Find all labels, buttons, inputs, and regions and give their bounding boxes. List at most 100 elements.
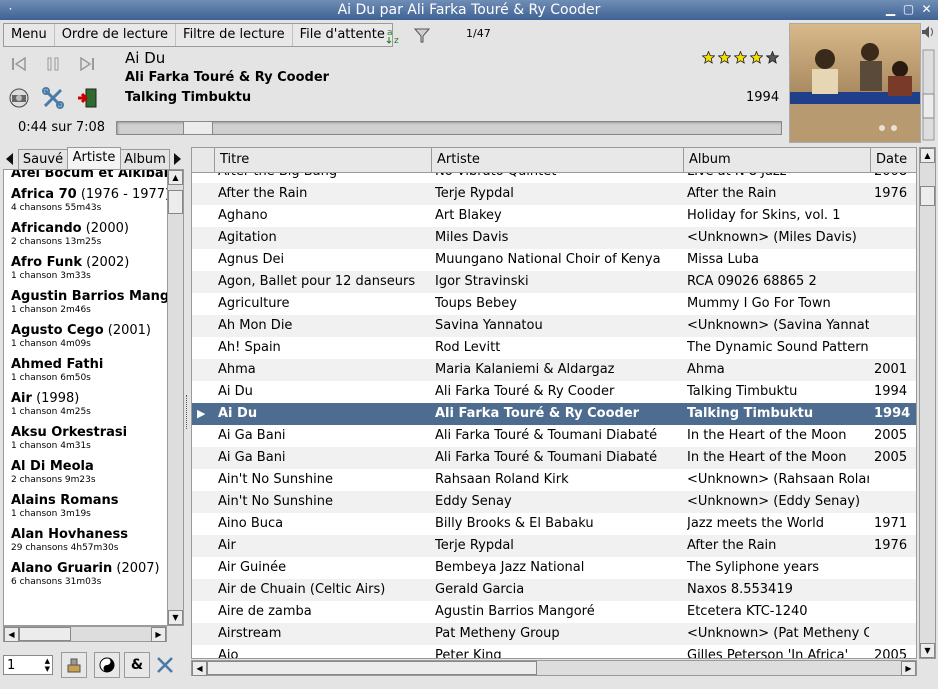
tab-saved[interactable]: Sauvé [18, 149, 68, 170]
window-menu-icon[interactable]: · [4, 3, 17, 16]
scroll-down-icon[interactable]: ▼ [920, 643, 935, 658]
list-item[interactable]: Agusto Cego (2001) 1 chanson 4m09s [4, 323, 168, 351]
table-row[interactable]: Ain't No Sunshine Eddy Senay <Unknown> (Ed… [192, 491, 916, 513]
menu-play-order[interactable]: Ordre de lecture [55, 24, 177, 46]
next-button[interactable] [74, 52, 100, 76]
table-row[interactable]: Agon, Ballet pour 12 danseurs Igor Stravi… [192, 271, 916, 293]
star-icon[interactable] [750, 51, 763, 64]
artist-list-hscrollbar[interactable]: ◀ ▶ [3, 626, 167, 642]
table-row[interactable]: ▶ Ai Du Ali Farka Touré & Ry Cooder Talking… [192, 403, 916, 425]
star-icon[interactable] [734, 51, 747, 64]
list-item[interactable]: Africando (2000) 2 chansons 13m25s [4, 221, 168, 249]
table-body[interactable]: After the Big Bang No Vibrato Quintet Live… [192, 173, 916, 658]
list-item[interactable]: Afel Bocum et Alkibar [4, 170, 168, 181]
table-row[interactable]: Agnus Dei Muungano National Choir of Keny… [192, 249, 916, 271]
list-item[interactable]: Ahmed Fathi 1 chanson 6m50s [4, 357, 168, 385]
scroll-left-icon[interactable]: ◀ [192, 661, 207, 676]
column-header-date[interactable]: Date [870, 148, 916, 172]
tab-scroll-left-icon[interactable] [3, 151, 15, 167]
quantity-stepper[interactable]: 1 ▲ ▼ [3, 655, 53, 675]
rating-stars[interactable] [702, 51, 779, 64]
list-item[interactable]: Alano Gruarin (2007) 6 chansons 31m03s [4, 561, 168, 589]
table-row[interactable]: Agitation Miles Davis <Unknown> (Miles Dav… [192, 227, 916, 249]
panel-splitter[interactable] [186, 395, 190, 429]
table-row[interactable]: Airstream Pat Metheny Group <Unknown> (Pat… [192, 623, 916, 645]
table-row[interactable]: Aino Buca Billy Brooks & El Babaku Jazz me… [192, 513, 916, 535]
playlist-button[interactable] [61, 652, 87, 678]
artist-year: (1998) [36, 391, 80, 406]
and-filter-button[interactable]: & [124, 652, 150, 678]
table-row[interactable]: After the Rain Terje Rypdal After the Rain… [192, 183, 916, 205]
list-item[interactable]: Alains Romans 1 chanson 3m19s [4, 493, 168, 521]
artist-name: Agusto Cego (2001) [11, 323, 168, 338]
hscroll-thumb[interactable] [207, 661, 537, 675]
maximize-icon[interactable]: ▢ [902, 3, 915, 16]
seek-handle[interactable] [183, 122, 213, 134]
tab-artist[interactable]: Artiste [67, 147, 121, 170]
artist-song-count: 1 chanson 4m09s [11, 339, 91, 349]
scroll-down-icon[interactable]: ▼ [168, 610, 183, 625]
table-row[interactable]: Ai Du Ali Farka Touré & Ry Cooder Talking … [192, 381, 916, 403]
menu-main[interactable]: Menu [4, 24, 55, 46]
table-row[interactable]: Air Guinée Bembeya Jazz National The Sylip… [192, 557, 916, 579]
filter-icon[interactable] [413, 26, 431, 44]
star-icon[interactable] [718, 51, 731, 64]
scroll-right-icon[interactable]: ▶ [151, 627, 166, 642]
song-table: Titre Artiste Album Date After the Big B… [191, 147, 917, 659]
column-header-album[interactable]: Album [683, 148, 870, 172]
scroll-right-icon[interactable]: ▶ [901, 661, 916, 676]
table-row[interactable]: Agriculture Toups Bebey Mummy I Go For Tow… [192, 293, 916, 315]
device-icon[interactable] [6, 86, 32, 110]
list-item[interactable]: Africa 70 (1976 - 1977) 4 chansons 55m43s [4, 187, 168, 215]
table-row[interactable]: Air Terje Rypdal After the Rain 1976 [192, 535, 916, 557]
table-hscrollbar[interactable]: ◀ ▶ [191, 660, 917, 676]
list-item[interactable]: Aksu Orkestrasi 1 chanson 4m31s [4, 425, 168, 453]
table-row[interactable]: Ain't No Sunshine Rahsaan Roland Kirk <Unk… [192, 469, 916, 491]
yin-yang-button[interactable] [94, 652, 120, 678]
table-row[interactable]: Ah Mon Die Savina Yannatou <Unknown> (Savi… [192, 315, 916, 337]
tab-scroll-right-icon[interactable] [172, 151, 184, 167]
column-header-indicator[interactable] [192, 148, 214, 172]
column-header-artist[interactable]: Artiste [431, 148, 683, 172]
list-item[interactable]: Air (1998) 1 chanson 4m25s [4, 391, 168, 419]
scroll-up-icon[interactable]: ▲ [168, 170, 183, 185]
table-row[interactable]: Aghano Art Blakey Holiday for Skins, vol. … [192, 205, 916, 227]
table-row[interactable]: Ai Ga Bani Ali Farka Touré & Toumani Diab… [192, 447, 916, 469]
list-item[interactable]: Alan Hovhaness 29 chansons 4h57m30s [4, 527, 168, 555]
table-row[interactable]: Ajo Peter King Gilles Peterson 'In Africa'… [192, 645, 916, 658]
scroll-left-icon[interactable]: ◀ [4, 627, 19, 642]
tools-icon[interactable] [155, 655, 175, 675]
scroll-thumb[interactable] [920, 186, 935, 206]
menu-play-filter[interactable]: Filtre de lecture [176, 24, 293, 46]
list-item[interactable]: Agustin Barrios Mango 1 chanson 2m46s [4, 289, 168, 317]
scroll-thumb[interactable] [168, 190, 183, 214]
table-row[interactable]: Air de Chuain (Celtic Airs) Gerald Garcia… [192, 579, 916, 601]
minimize-icon[interactable]: ▁ [884, 3, 897, 16]
seek-bar[interactable] [116, 121, 782, 135]
table-vscrollbar[interactable]: ▲ ▼ [919, 147, 936, 659]
table-row[interactable]: Ahma Maria Kalaniemi & Aldargaz Ahma 2001 [192, 359, 916, 381]
star-icon[interactable] [702, 51, 715, 64]
list-item[interactable]: Afro Funk (2002) 1 chanson 3m33s [4, 255, 168, 283]
column-header-title[interactable]: Titre [214, 148, 431, 172]
list-item[interactable]: Al Di Meola 2 chansons 9m23s [4, 459, 168, 487]
close-icon[interactable]: ✕ [920, 3, 933, 16]
hscroll-thumb[interactable] [19, 627, 71, 641]
table-row[interactable]: Ah! Spain Rod Levitt The Dynamic Sound Pat… [192, 337, 916, 359]
quit-icon[interactable] [74, 86, 100, 110]
volume-control[interactable] [921, 22, 936, 142]
artist-list[interactable]: Afel Bocum et Alkibar Africa 70 (1976 - 1… [3, 169, 169, 626]
table-row[interactable]: Aire de zamba Agustin Barrios Mangoré Etce… [192, 601, 916, 623]
table-row[interactable]: After the Big Bang No Vibrato Quintet Live… [192, 173, 916, 183]
artist-list-scrollbar[interactable]: ▲ ▼ [167, 169, 184, 626]
menu-queue[interactable]: File d'attente [293, 24, 392, 46]
star-icon[interactable] [766, 51, 779, 64]
stepper-arrows-icon[interactable]: ▲ ▼ [45, 657, 50, 673]
settings-tools-icon[interactable] [40, 86, 66, 110]
previous-button[interactable] [6, 52, 32, 76]
table-row[interactable]: Ai Ga Bani Ali Farka Touré & Toumani Diab… [192, 425, 916, 447]
sort-az-icon[interactable]: az [386, 25, 404, 46]
tab-album[interactable]: Album [120, 149, 170, 170]
scroll-up-icon[interactable]: ▲ [920, 148, 935, 163]
pause-button[interactable] [40, 52, 66, 76]
